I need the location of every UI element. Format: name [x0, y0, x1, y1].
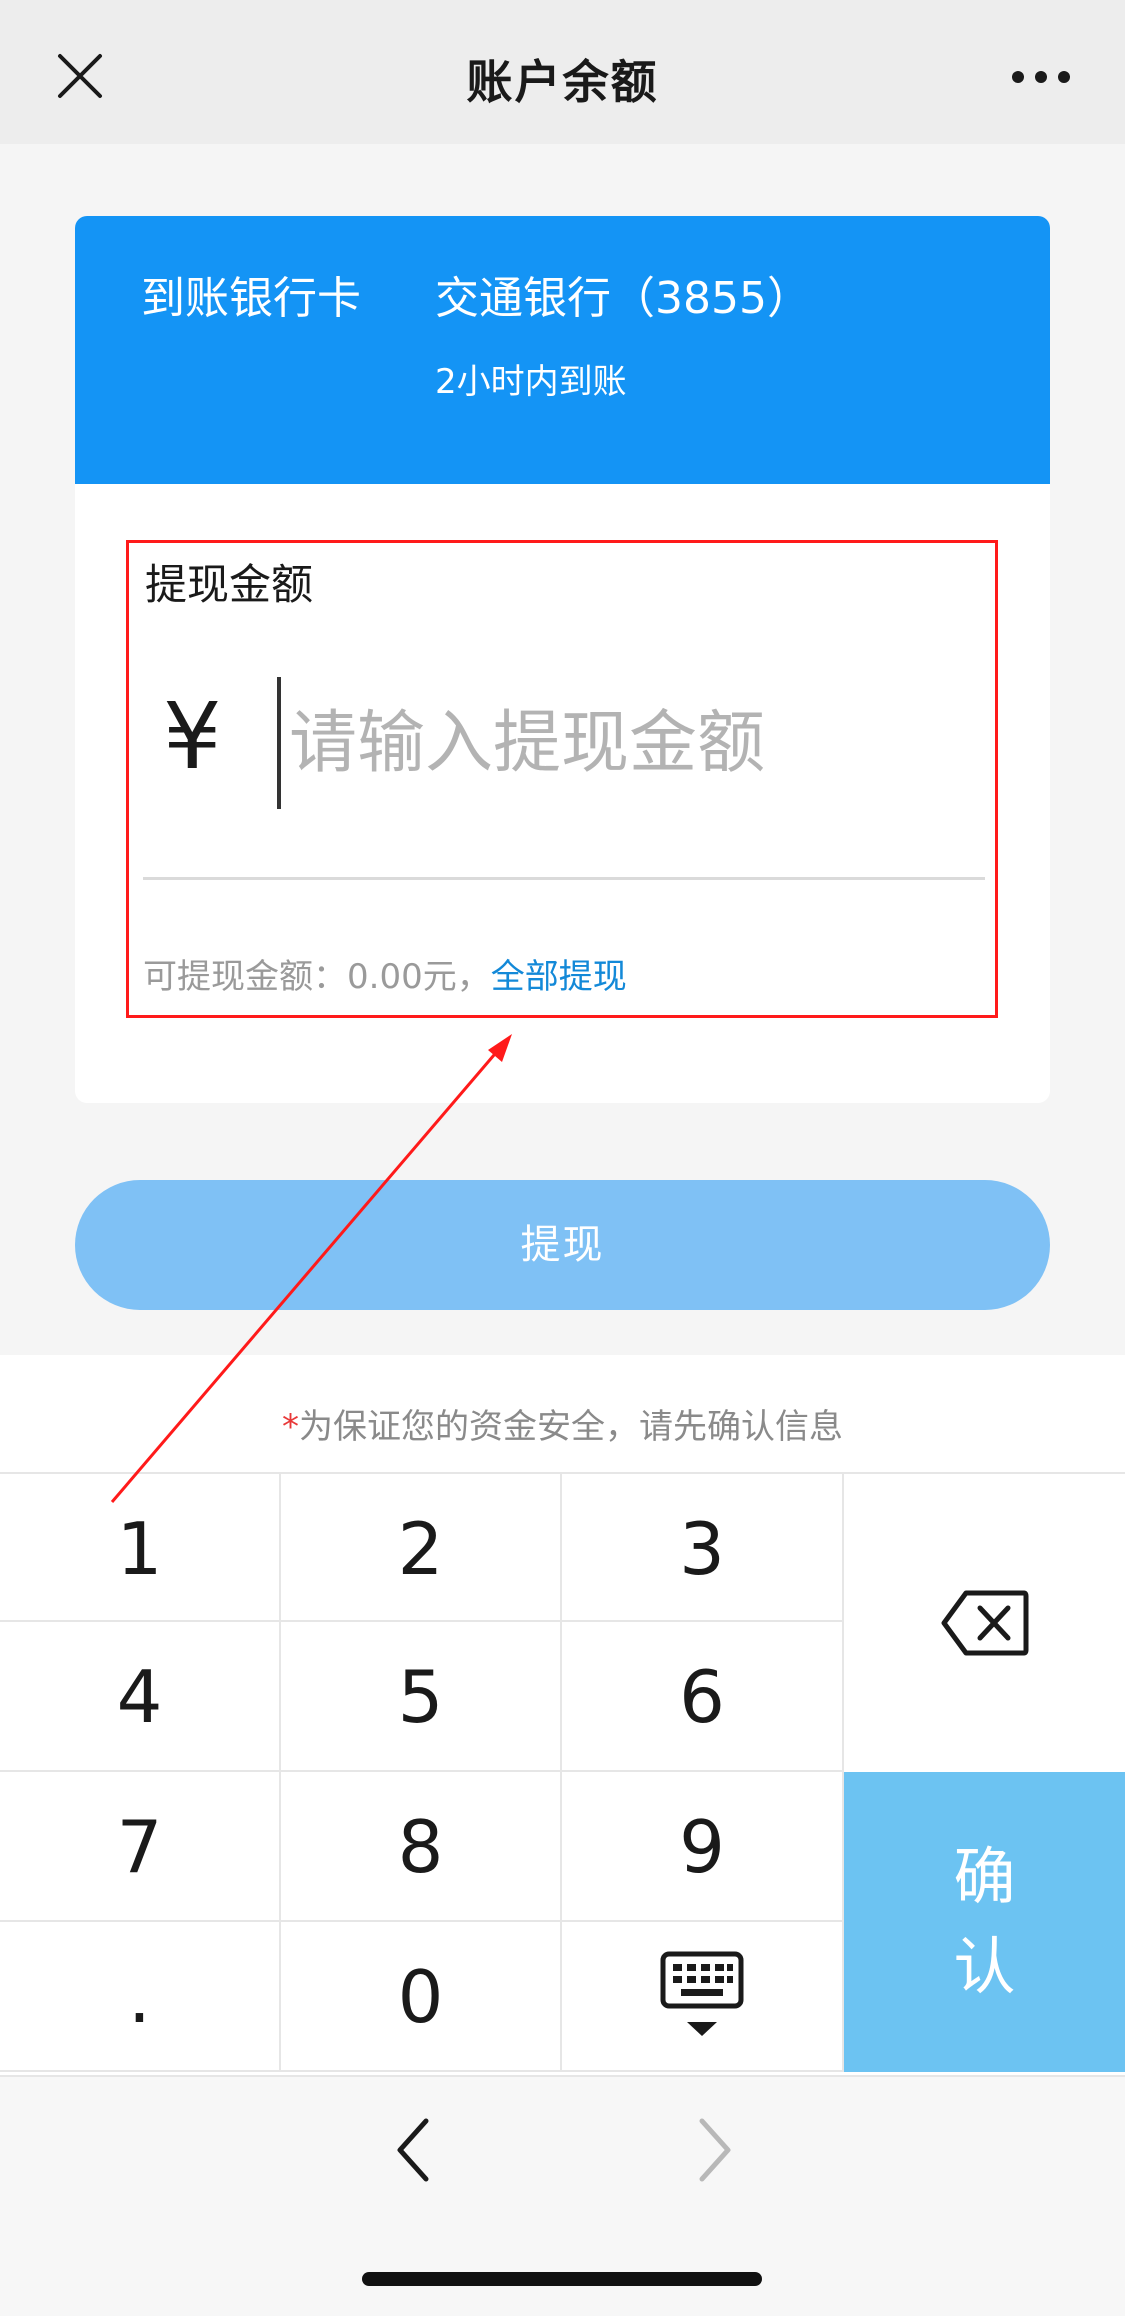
text-cursor [277, 677, 281, 809]
bank-card-label: 到账银行卡 [141, 273, 361, 324]
withdraw-all-link[interactable]: 全部提现 [491, 957, 627, 997]
available-balance-text: 可提现金额：0.00元， [143, 957, 491, 997]
keyboard-hide-icon [660, 1951, 744, 2036]
back-icon[interactable] [392, 2115, 432, 2185]
home-indicator [362, 2272, 762, 2286]
hide-keyboard-key[interactable] [562, 1922, 844, 2072]
page-title: 账户余额 [466, 55, 659, 109]
required-star: * [282, 1407, 299, 1447]
security-notice-text: 为保证您的资金安全，请先确认信息 [299, 1407, 843, 1447]
currency-symbol: ¥ [163, 683, 222, 790]
confirm-key-label-top: 确 [953, 1840, 1016, 1913]
confirm-key-label-bottom: 认 [953, 1930, 1016, 2003]
divider [143, 877, 985, 880]
arrival-time: 2小时内到账 [435, 362, 627, 402]
amount-label: 提现金额 [145, 560, 314, 609]
key-2[interactable]: 2 [281, 1472, 562, 1622]
key-7[interactable]: 7 [0, 1772, 281, 1922]
backspace-icon [941, 1590, 1028, 1656]
forward-icon[interactable] [696, 2115, 736, 2185]
bank-card-header[interactable]: 到账银行卡 交通银行（3855） 2小时内到账 [75, 216, 1050, 484]
key-8[interactable]: 8 [281, 1772, 562, 1922]
key-9[interactable]: 9 [562, 1772, 844, 1922]
delete-key[interactable] [844, 1472, 1125, 1772]
key-4[interactable]: 4 [0, 1622, 281, 1772]
top-nav-bar: 账户余额 [0, 0, 1125, 144]
withdraw-button[interactable]: 提现 [75, 1180, 1050, 1310]
key-1[interactable]: 1 [0, 1472, 281, 1622]
key-6[interactable]: 6 [562, 1622, 844, 1772]
bank-card-name: 交通银行（3855） [435, 273, 811, 324]
numeric-keypad: 1 2 3 4 5 6 7 8 9 . 0 确 认 [0, 1472, 1125, 2072]
available-balance: 可提现金额：0.00元，全部提现 [143, 949, 627, 998]
more-icon[interactable] [1011, 70, 1071, 84]
withdraw-amount-section: 提现金额 ¥ 可提现金额：0.00元，全部提现 [126, 540, 998, 1018]
amount-input[interactable] [289, 693, 939, 793]
key-5[interactable]: 5 [281, 1622, 562, 1772]
key-dot[interactable]: . [0, 1922, 281, 2072]
security-notice: *为保证您的资金安全，请先确认信息 [0, 1399, 1125, 1448]
confirm-key[interactable]: 确 认 [844, 1772, 1125, 2072]
key-0[interactable]: 0 [281, 1922, 562, 2072]
key-3[interactable]: 3 [562, 1472, 844, 1622]
